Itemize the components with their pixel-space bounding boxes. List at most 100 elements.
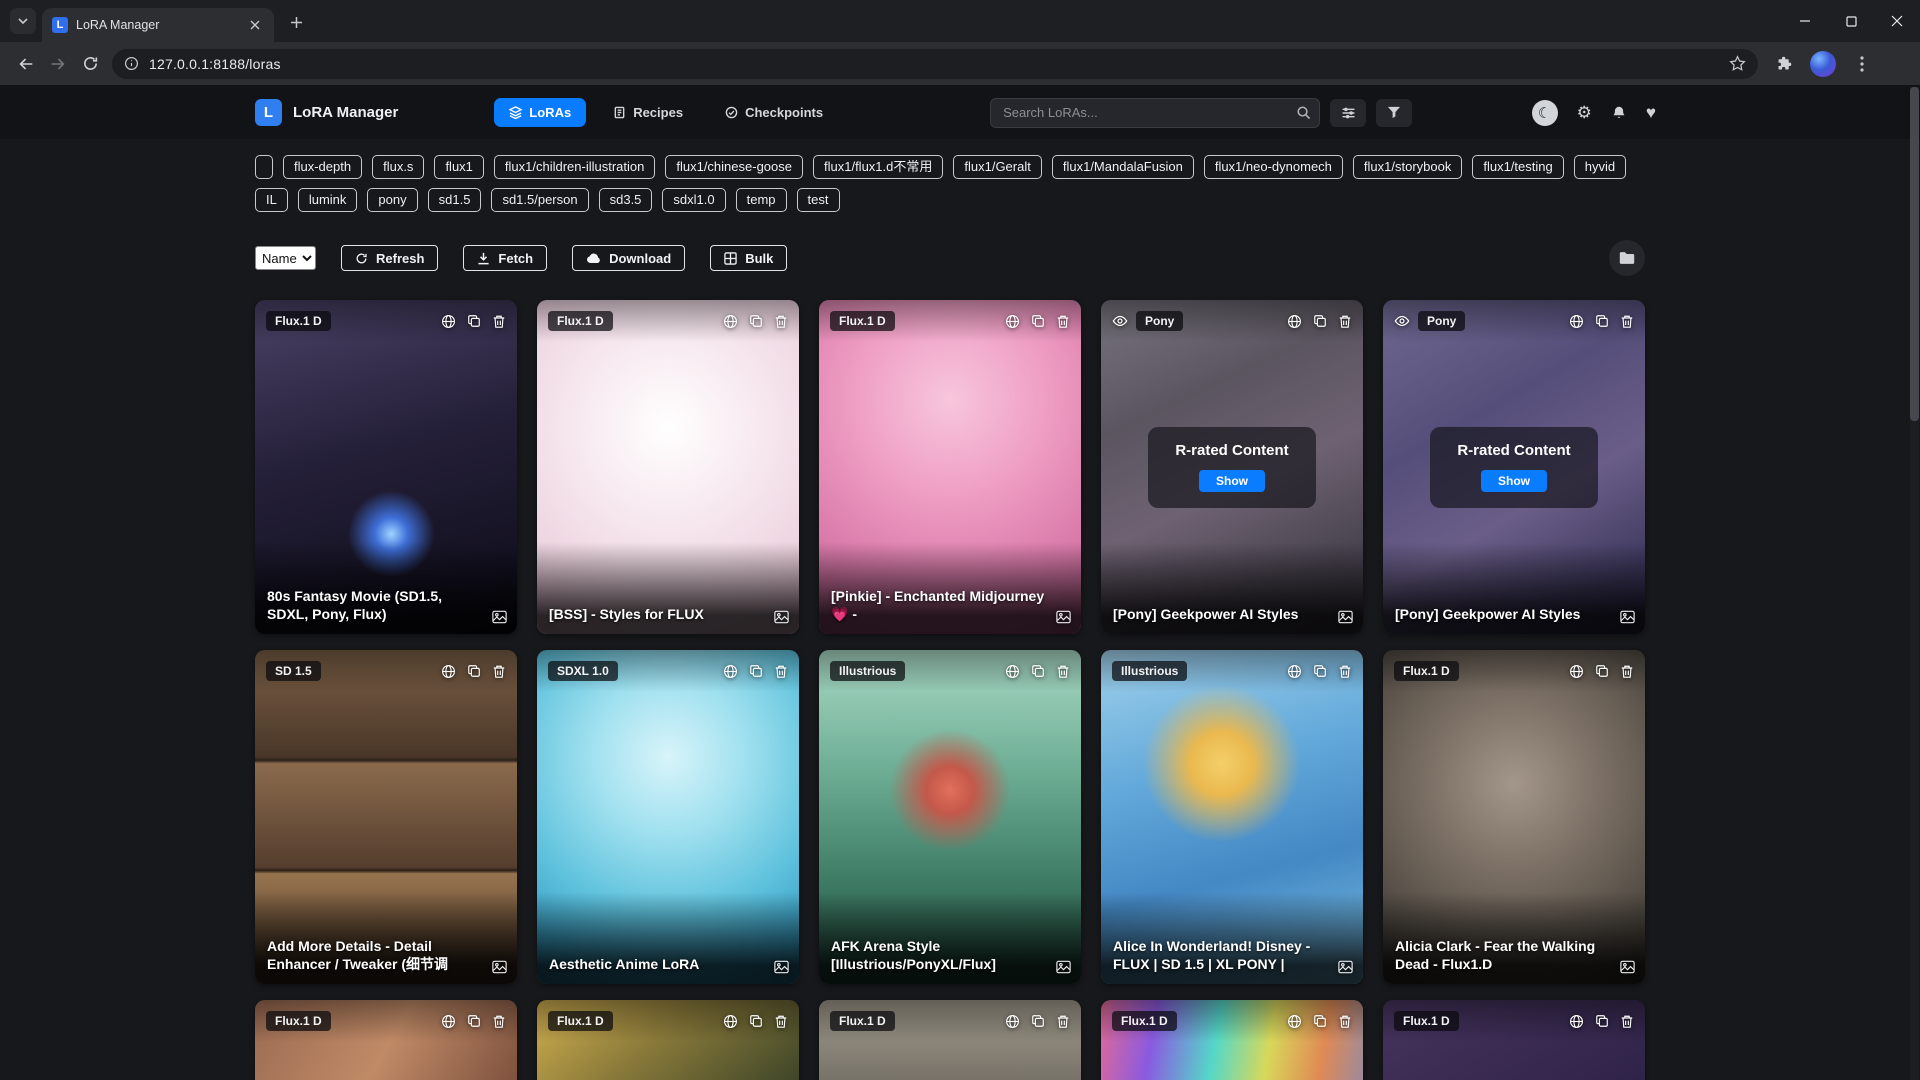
lora-card[interactable]: Flux.1 D — [1383, 1000, 1645, 1080]
globe-icon[interactable] — [723, 314, 738, 329]
image-icon[interactable] — [774, 960, 789, 974]
globe-icon[interactable] — [1287, 1014, 1302, 1029]
tag-chip[interactable]: sd1.5 — [428, 188, 482, 212]
lora-card[interactable]: Flux.1 D [Pinkie] - Enchanted Midjourney… — [819, 300, 1081, 634]
tag-chip[interactable]: temp — [736, 188, 787, 212]
trash-icon[interactable] — [774, 664, 788, 679]
trash-icon[interactable] — [1056, 664, 1070, 679]
trash-icon[interactable] — [774, 314, 788, 329]
image-icon[interactable] — [774, 610, 789, 624]
search-icon[interactable] — [1296, 105, 1311, 120]
copy-icon[interactable] — [1595, 664, 1609, 679]
refresh-loras-button[interactable]: Refresh — [341, 245, 438, 271]
lora-card[interactable]: Pony R-rated Content Show [Pony] Geekpow… — [1383, 300, 1645, 634]
tag-chip[interactable]: flux1/testing — [1472, 155, 1563, 179]
lora-card[interactable]: Flux.1 D — [1101, 1000, 1363, 1080]
extensions-icon[interactable] — [1768, 48, 1800, 80]
globe-icon[interactable] — [1569, 664, 1584, 679]
globe-icon[interactable] — [723, 664, 738, 679]
tag-chip[interactable]: sd3.5 — [599, 188, 653, 212]
browser-tab[interactable]: L LoRA Manager — [42, 8, 274, 42]
trash-icon[interactable] — [774, 1014, 788, 1029]
copy-icon[interactable] — [467, 664, 481, 679]
tag-chip[interactable]: flux-depth — [283, 155, 362, 179]
lora-card[interactable]: Flux.1 D [BSS] - Styles for FLUX — [537, 300, 799, 634]
image-icon[interactable] — [1620, 610, 1635, 624]
profile-avatar[interactable] — [1810, 51, 1836, 77]
copy-icon[interactable] — [749, 1014, 763, 1029]
trash-icon[interactable] — [492, 1014, 506, 1029]
tag-chip[interactable]: sd1.5/person — [491, 188, 588, 212]
tag-chip[interactable]: flux1/MandalaFusion — [1052, 155, 1194, 179]
tab-loras[interactable]: LoRAs — [494, 98, 586, 127]
copy-icon[interactable] — [1313, 1014, 1327, 1029]
lora-card[interactable]: Flux.1 D 80s Fantasy Movie (SD1.5, SDXL,… — [255, 300, 517, 634]
tag-chip[interactable]: sdxl1.0 — [662, 188, 725, 212]
globe-icon[interactable] — [1287, 664, 1302, 679]
globe-icon[interactable] — [1005, 1014, 1020, 1029]
lora-card[interactable]: Flux.1 D — [819, 1000, 1081, 1080]
settings-gear-icon[interactable]: ⚙ — [1577, 103, 1592, 123]
refresh-button[interactable] — [74, 48, 106, 80]
site-info-icon[interactable] — [124, 56, 139, 71]
copy-icon[interactable] — [467, 314, 481, 329]
filter-button[interactable] — [1376, 99, 1412, 127]
image-icon[interactable] — [1056, 610, 1071, 624]
tag-chip[interactable]: flux1/chinese-goose — [665, 155, 803, 179]
tag-chip[interactable]: lumink — [298, 188, 358, 212]
tag-chip[interactable]: flux1/Geralt — [953, 155, 1041, 179]
tag-chip[interactable]: test — [797, 188, 840, 212]
lora-card[interactable]: Illustrious Alice In Wonderland! Disney … — [1101, 650, 1363, 984]
fetch-button[interactable]: Fetch — [463, 245, 547, 271]
image-icon[interactable] — [1620, 960, 1635, 974]
tag-chip[interactable]: IL — [255, 188, 288, 212]
copy-icon[interactable] — [749, 664, 763, 679]
back-button[interactable] — [10, 48, 42, 80]
browser-menu-icon[interactable] — [1846, 48, 1878, 80]
support-heart-icon[interactable]: ♥ — [1646, 103, 1656, 123]
scrollbar-thumb[interactable] — [1910, 87, 1919, 421]
image-icon[interactable] — [1338, 610, 1353, 624]
tag-chip[interactable]: flux1 — [434, 155, 483, 179]
nsfw-show-button[interactable]: Show — [1199, 470, 1265, 492]
forward-button[interactable] — [42, 48, 74, 80]
copy-icon[interactable] — [1031, 664, 1045, 679]
nsfw-show-button[interactable]: Show — [1481, 470, 1547, 492]
copy-icon[interactable] — [749, 314, 763, 329]
tag-chip[interactable]: pony — [367, 188, 417, 212]
bulk-button[interactable]: Bulk — [710, 245, 787, 271]
trash-icon[interactable] — [1338, 1014, 1352, 1029]
copy-icon[interactable] — [467, 1014, 481, 1029]
bookmark-star-icon[interactable] — [1729, 55, 1746, 72]
globe-icon[interactable] — [1005, 314, 1020, 329]
globe-icon[interactable] — [1569, 1014, 1584, 1029]
tag-chip[interactable]: flux1/storybook — [1353, 155, 1462, 179]
sort-options-button[interactable] — [1330, 99, 1366, 127]
globe-icon[interactable] — [441, 664, 456, 679]
trash-icon[interactable] — [492, 664, 506, 679]
tag-chip[interactable]: flux1/neo-dynomech — [1204, 155, 1343, 179]
trash-icon[interactable] — [1056, 314, 1070, 329]
tab-close-icon[interactable] — [246, 16, 264, 34]
copy-icon[interactable] — [1031, 314, 1045, 329]
lora-card[interactable]: Illustrious AFK Arena Style [Illustrious… — [819, 650, 1081, 984]
new-tab-button[interactable] — [282, 8, 310, 36]
copy-icon[interactable] — [1595, 1014, 1609, 1029]
tab-search-button[interactable] — [10, 8, 36, 34]
globe-icon[interactable] — [441, 314, 456, 329]
folder-button[interactable] — [1609, 240, 1645, 276]
trash-icon[interactable] — [1056, 1014, 1070, 1029]
lora-card[interactable]: Flux.1 D Alicia Clark - Fear the Walking… — [1383, 650, 1645, 984]
tag-chip[interactable]: flux.s — [372, 155, 424, 179]
image-icon[interactable] — [492, 610, 507, 624]
window-close-button[interactable] — [1874, 0, 1920, 42]
tag-chip[interactable]: flux1/flux1.d不常用 — [813, 155, 943, 179]
tag-chip[interactable]: hyvid — [1574, 155, 1626, 179]
image-icon[interactable] — [1056, 960, 1071, 974]
trash-icon[interactable] — [492, 314, 506, 329]
lora-card[interactable]: Pony R-rated Content Show [Pony] Geekpow… — [1101, 300, 1363, 634]
trash-icon[interactable] — [1620, 664, 1634, 679]
search-input[interactable] — [990, 98, 1320, 128]
lora-card[interactable]: Flux.1 D — [255, 1000, 517, 1080]
image-icon[interactable] — [492, 960, 507, 974]
